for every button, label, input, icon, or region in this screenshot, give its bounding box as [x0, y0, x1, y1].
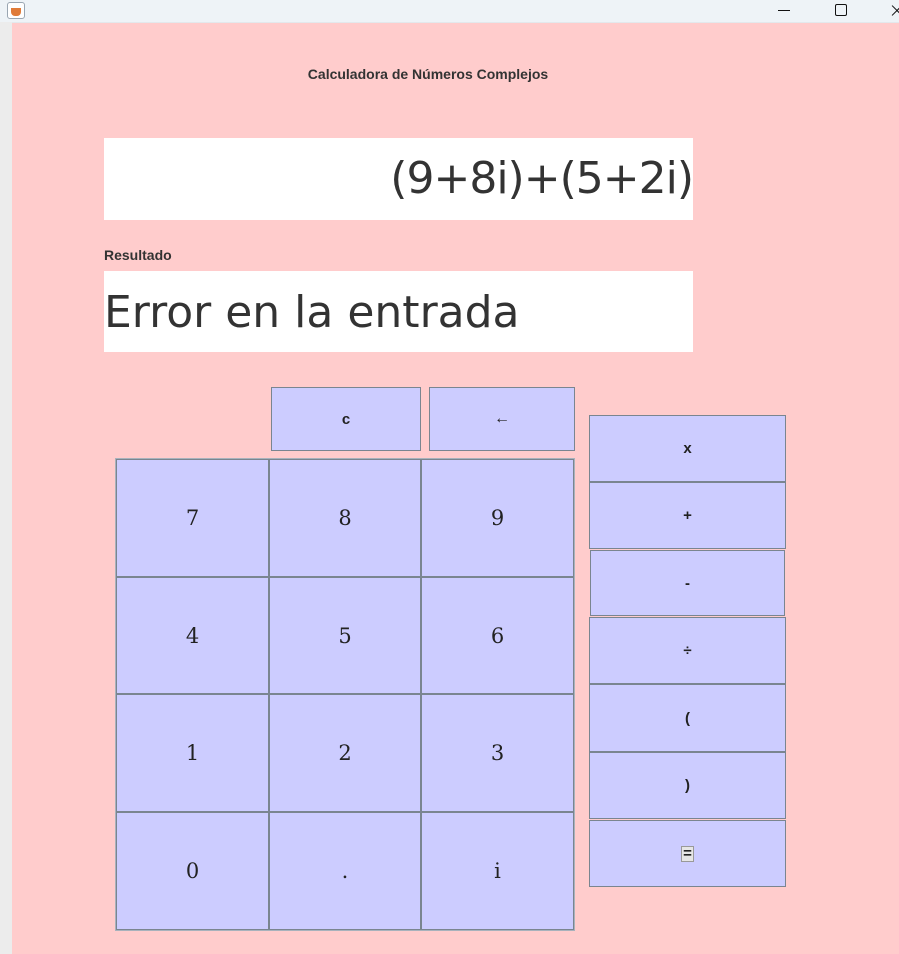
result-label: Resultado [104, 247, 172, 263]
window-titlebar [0, 0, 899, 23]
equals-button[interactable]: = [589, 820, 786, 887]
digit-5-button[interactable]: 5 [269, 577, 421, 694]
digit-6-button[interactable]: 6 [421, 577, 574, 694]
digit-0-button[interactable]: 0 [116, 812, 269, 930]
close-icon[interactable] [880, 0, 899, 22]
open-paren-button[interactable]: ( [589, 684, 786, 752]
decimal-point-button[interactable]: . [269, 812, 421, 930]
add-button[interactable]: + [589, 482, 786, 549]
digit-1-button[interactable]: 1 [116, 694, 269, 812]
close-paren-button[interactable]: ) [589, 752, 786, 819]
multiply-button[interactable]: x [589, 415, 786, 482]
digit-8-button[interactable]: 8 [269, 459, 421, 577]
digit-3-button[interactable]: 3 [421, 694, 574, 812]
maximize-icon[interactable] [818, 0, 864, 22]
clear-button[interactable]: c [271, 387, 421, 451]
digit-2-button[interactable]: 2 [269, 694, 421, 812]
digit-9-button[interactable]: 9 [421, 459, 574, 577]
divide-button[interactable]: ÷ [589, 617, 786, 684]
equals-label: = [681, 844, 694, 862]
backspace-button[interactable]: ← [429, 387, 575, 451]
minimize-icon[interactable] [760, 0, 806, 22]
window-left-edge [0, 22, 12, 954]
digit-7-button[interactable]: 7 [116, 459, 269, 577]
subtract-button[interactable]: - [590, 550, 785, 616]
expression-display[interactable]: (9+8i)+(5+2i) [104, 138, 693, 220]
imaginary-unit-button[interactable]: i [421, 812, 574, 930]
digit-4-button[interactable]: 4 [116, 577, 269, 694]
java-app-icon [7, 2, 25, 19]
result-display: Error en la entrada [104, 271, 693, 352]
app-title: Calculadora de Números Complejos [307, 66, 549, 82]
